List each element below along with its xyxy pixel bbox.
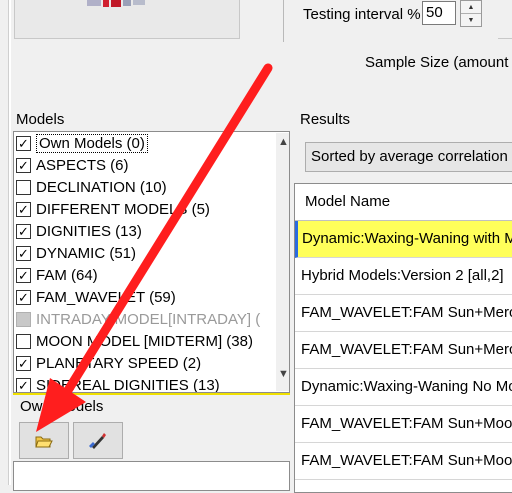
window-left-edge xyxy=(8,0,11,485)
model-checkbox-item[interactable]: INTRADAY MODEL[INTRADAY] ( xyxy=(16,309,260,330)
checked-checkbox-icon[interactable]: ✓ xyxy=(16,290,31,305)
scroll-down-icon[interactable]: ▼ xyxy=(276,368,289,384)
model-checkbox-item[interactable]: ✓ DIFFERENT MODELS (5) xyxy=(16,199,210,220)
model-label: DIGNITIES (13) xyxy=(36,223,142,240)
testing-interval-input[interactable]: 50 xyxy=(422,1,456,25)
model-checkbox-item[interactable]: ✓ PLANETARY SPEED (2) xyxy=(16,353,201,374)
model-label: INTRADAY MODEL[INTRADAY] ( xyxy=(36,311,261,328)
model-checkbox-item[interactable]: DECLINATION (10) xyxy=(16,177,167,198)
checkbox-icon[interactable] xyxy=(16,180,31,195)
model-checkbox-item[interactable]: ✓ FAM (64) xyxy=(16,265,98,286)
table-row[interactable]: FAM_WAVELET:FAM Sun+Merc xyxy=(295,332,512,369)
testing-interval-label: Testing interval % xyxy=(303,6,421,23)
model-label: FAM (64) xyxy=(36,267,98,284)
table-row[interactable]: Dynamic:Waxing-Waning with Mo xyxy=(295,221,512,258)
model-checkbox-item[interactable]: ✓ SIDEREAL DIGNITIES (13) xyxy=(16,375,220,393)
spin-up-icon[interactable]: ▲ xyxy=(461,1,481,14)
checked-checkbox-icon[interactable]: ✓ xyxy=(16,202,31,217)
scroll-up-icon[interactable]: ▲ xyxy=(276,136,289,152)
table-row[interactable]: FAM_WAVELET:FAM Sun+Moo xyxy=(295,406,512,443)
model-label: ASPECTS (6) xyxy=(36,157,129,174)
model-label: DIFFERENT MODELS (5) xyxy=(36,201,210,218)
model-checkbox-item[interactable]: ✓ FAM_WAVELET (59) xyxy=(16,287,176,308)
own-models-title: Own Models xyxy=(20,398,104,415)
checked-checkbox-icon[interactable]: ✓ xyxy=(16,246,31,261)
divider xyxy=(283,0,284,42)
focus-line xyxy=(13,393,290,395)
checked-checkbox-icon[interactable]: ✓ xyxy=(16,378,31,392)
preview-image-area xyxy=(14,0,240,39)
checked-checkbox-icon[interactable]: ✓ xyxy=(16,136,31,151)
model-label: SIDEREAL DIGNITIES (13) xyxy=(36,377,220,393)
testing-interval-spinner[interactable]: ▲ ▼ xyxy=(460,0,482,27)
checked-checkbox-icon[interactable]: ✓ xyxy=(16,356,31,371)
table-row[interactable]: Dynamic:Waxing-Waning No Moo xyxy=(295,369,512,406)
sample-size-label: Sample Size (amount t xyxy=(365,54,512,71)
results-title: Results xyxy=(300,111,351,128)
spin-down-icon[interactable]: ▼ xyxy=(461,14,481,26)
model-label: FAM_WAVELET (59) xyxy=(36,289,176,306)
table-row[interactable]: FAM_WAVELET:FAM Sun+Merc xyxy=(295,295,512,332)
divider xyxy=(498,38,512,39)
model-checkbox-item[interactable]: ✓ ASPECTS (6) xyxy=(16,155,129,176)
model-label: MOON MODEL [MIDTERM] (38) xyxy=(36,333,253,350)
column-header-model-name[interactable]: Model Name xyxy=(295,184,512,221)
model-label: PLANETARY SPEED (2) xyxy=(36,355,202,372)
checked-checkbox-icon[interactable]: ✓ xyxy=(16,224,31,239)
preview-thumbnail xyxy=(87,0,145,7)
open-folder-button[interactable] xyxy=(19,422,69,459)
models-title: Models xyxy=(16,111,65,128)
table-row[interactable]: Hybrid Models:Version 2 [all,2] xyxy=(295,258,512,295)
model-checkbox-item[interactable]: MOON MODEL [MIDTERM] (38) xyxy=(16,331,253,352)
model-checkbox-item[interactable]: ✓ DYNAMIC (51) xyxy=(16,243,136,264)
model-checkbox-item[interactable]: ✓ Own Models (0) xyxy=(16,133,148,154)
checkbox-icon[interactable] xyxy=(16,312,31,327)
checkbox-icon[interactable] xyxy=(16,334,31,349)
checked-checkbox-icon[interactable]: ✓ xyxy=(16,268,31,283)
edit-button[interactable] xyxy=(73,422,123,459)
model-checkbox-item[interactable]: ✓ DIGNITIES (13) xyxy=(16,221,142,242)
models-scrollbar[interactable] xyxy=(276,133,289,391)
models-checklist[interactable]: ✓ Own Models (0) ✓ ASPECTS (6) DECLINATION (… xyxy=(13,131,290,393)
sort-dropdown[interactable]: Sorted by average correlation xyxy=(305,142,512,172)
own-models-list[interactable] xyxy=(13,461,290,491)
model-label: Own Models (0) xyxy=(36,134,148,153)
results-grid[interactable]: Model Name Dynamic:Waxing-Waning with Mo… xyxy=(294,183,512,493)
open-folder-icon xyxy=(35,436,53,447)
model-label: DECLINATION (10) xyxy=(36,179,167,196)
checked-checkbox-icon[interactable]: ✓ xyxy=(16,158,31,173)
edit-icon xyxy=(89,432,106,449)
model-label: DYNAMIC (51) xyxy=(36,245,137,262)
table-row[interactable]: FAM_WAVELET:FAM Sun+Moo xyxy=(295,443,512,480)
